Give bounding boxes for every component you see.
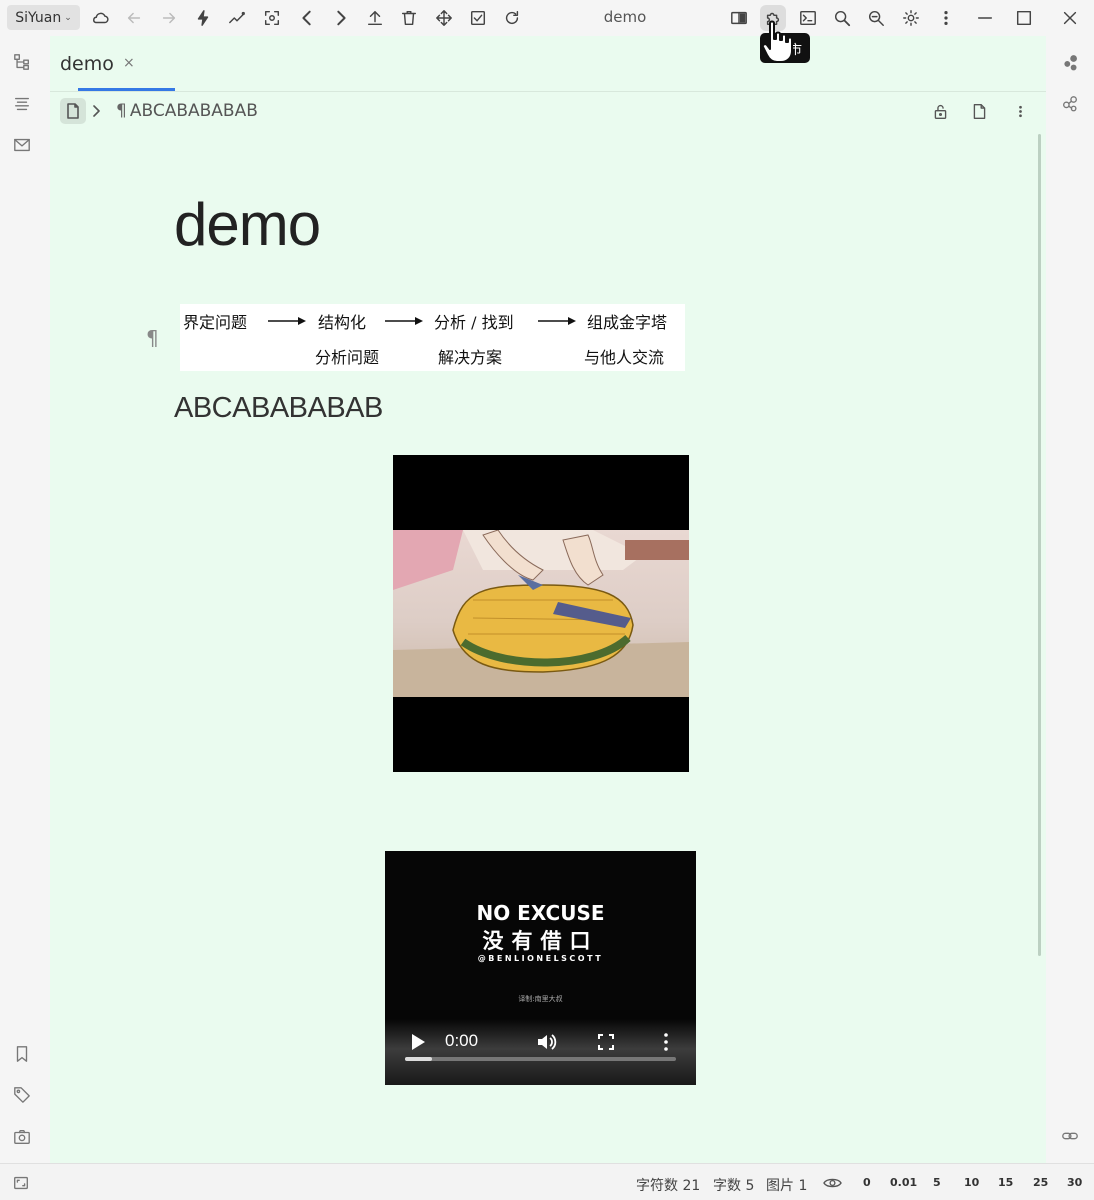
flow-step-2: 结构化 (318, 313, 367, 332)
outline-icon[interactable] (9, 91, 35, 117)
paragraph-block-icon[interactable]: ¶ (146, 326, 159, 350)
refresh-icon[interactable] (499, 5, 525, 31)
play-icon[interactable] (407, 1031, 429, 1053)
back-arrow-icon[interactable] (121, 5, 147, 31)
workspace-menu-button[interactable]: SiYuan ⌄ (7, 5, 80, 30)
fullscreen-icon[interactable] (595, 1031, 617, 1053)
tab-close-icon[interactable]: × (123, 55, 135, 71)
breadcrumb-label: ABCABABABAB (129, 101, 258, 121)
right-dock (1046, 36, 1094, 1163)
gif-frame (393, 530, 689, 697)
zoom-level-2[interactable]: 5 (933, 1176, 941, 1189)
dock-toggle-icon[interactable] (8, 1170, 34, 1196)
char-count: 字符数 21 (636, 1178, 701, 1194)
video-handle: @BENLIONELSCOTT (477, 954, 604, 963)
video-progress-bar[interactable] (405, 1057, 676, 1061)
flow-substep-2: 解决方案 (438, 348, 503, 367)
sun-icon[interactable] (898, 5, 924, 31)
video-more-icon[interactable] (655, 1031, 677, 1053)
eye-icon[interactable] (823, 1175, 842, 1191)
terminal-icon[interactable] (795, 5, 821, 31)
upload-icon[interactable] (362, 5, 388, 31)
graph-trend-icon[interactable] (224, 5, 250, 31)
zoom-level-0[interactable]: 0 (863, 1176, 871, 1189)
minimize-icon[interactable] (972, 5, 998, 31)
active-tab-indicator (78, 88, 175, 91)
pyramid-flowchart-image: 界定问题 结构化 分析 / 找到 组成金字塔 分析问题 解决方案 与他人交流 (180, 304, 685, 371)
graph-dots-icon[interactable] (1057, 50, 1083, 76)
more-vertical-icon[interactable] (933, 5, 959, 31)
tag-icon[interactable] (9, 1082, 35, 1108)
flow-substep-3: 与他人交流 (584, 348, 665, 367)
doc-info-icon[interactable] (966, 98, 992, 124)
unlock-icon[interactable] (927, 98, 953, 124)
file-tree-icon[interactable] (9, 49, 35, 75)
editor-scrollbar[interactable] (1038, 134, 1041, 956)
trash-icon[interactable] (396, 5, 422, 31)
forward-arrow-icon[interactable] (156, 5, 182, 31)
document-title[interactable]: demo (174, 190, 321, 259)
paragraph-icon: ¶ (116, 101, 127, 121)
breadcrumb: ¶ ABCABABABAB (60, 98, 258, 124)
checkbox-icon[interactable] (465, 5, 491, 31)
lightning-icon[interactable] (190, 5, 216, 31)
left-dock (0, 36, 50, 1163)
video-player[interactable]: NO EXCUSE 没有借口 @BENLIONELSCOTT 译制:南里大叔 0… (385, 851, 696, 1085)
hand-pointer-cursor-icon (761, 20, 793, 63)
flow-substep-1: 分析问题 (315, 348, 380, 367)
workspace-name: SiYuan (15, 9, 62, 26)
chevron-down-icon: ⌄ (64, 12, 72, 23)
word-count: 字数 5 (713, 1178, 755, 1194)
flow-step-1: 界定问题 (183, 313, 248, 332)
camera-icon[interactable] (9, 1124, 35, 1150)
chevron-right-icon[interactable] (328, 5, 354, 31)
maximize-icon[interactable] (1011, 5, 1037, 31)
tab-bar: demo × (50, 36, 1046, 92)
breadcrumb-paragraph-item[interactable]: ¶ ABCABABABAB (116, 101, 258, 121)
tab-demo[interactable]: demo × (50, 46, 162, 92)
zoom-level-6[interactable]: 30 (1067, 1176, 1082, 1189)
arrow-right-icon (268, 317, 306, 325)
bookmark-icon[interactable] (9, 1041, 35, 1067)
flow-step-3: 分析 / 找到 (434, 313, 514, 332)
inbox-mail-icon[interactable] (9, 132, 35, 158)
anime-pineapple-gif[interactable] (393, 455, 689, 772)
image-count: 图片 1 (766, 1178, 808, 1194)
zoom-level-1[interactable]: 0.01 (890, 1176, 917, 1189)
arrow-right-icon (538, 317, 576, 325)
zoom-level-4[interactable]: 15 (998, 1176, 1013, 1189)
move-arrows-icon[interactable] (431, 5, 457, 31)
zoom-level-5[interactable]: 25 (1033, 1176, 1048, 1189)
cloud-sync-icon[interactable] (87, 5, 113, 31)
editor-area: demo × ¶ ABCABABABAB demo ¶ 界定问题 结构化 分析 … (50, 36, 1046, 1163)
video-title-text: NO EXCUSE (476, 901, 605, 925)
zoom-level-3[interactable]: 10 (964, 1176, 979, 1189)
video-time: 0:00 (445, 1031, 479, 1050)
video-controls: 0:00 (385, 1019, 696, 1085)
doc-more-icon[interactable] (1007, 98, 1033, 124)
chevron-right-icon (92, 104, 106, 118)
volume-icon[interactable] (535, 1031, 557, 1053)
global-graph-icon[interactable] (1057, 91, 1083, 117)
top-toolbar: SiYuan ⌄ demo (0, 0, 1094, 36)
zoom-out-icon[interactable] (863, 5, 889, 31)
video-credit: 译制:南里大叔 (518, 995, 563, 1003)
close-window-icon[interactable] (1057, 5, 1083, 31)
paragraph-text[interactable]: ABCABABABAB (174, 392, 383, 425)
status-bar: 字符数 21 字数 5 图片 1 0 0.01 5 10 15 25 30 (0, 1163, 1094, 1200)
readonly-book-icon[interactable] (726, 5, 752, 31)
backlink-chain-icon[interactable] (1057, 1123, 1083, 1149)
search-icon[interactable] (829, 5, 855, 31)
window-title: demo (603, 8, 647, 26)
tab-label: demo (60, 53, 114, 75)
document-icon[interactable] (60, 98, 86, 124)
video-progress-fill (405, 1057, 433, 1061)
video-chinese-title: 没有借口 (482, 929, 599, 953)
arrow-right-icon (385, 317, 423, 325)
focus-frame-icon[interactable] (259, 5, 285, 31)
flow-step-4: 组成金字塔 (587, 313, 668, 332)
chevron-left-icon[interactable] (294, 5, 320, 31)
